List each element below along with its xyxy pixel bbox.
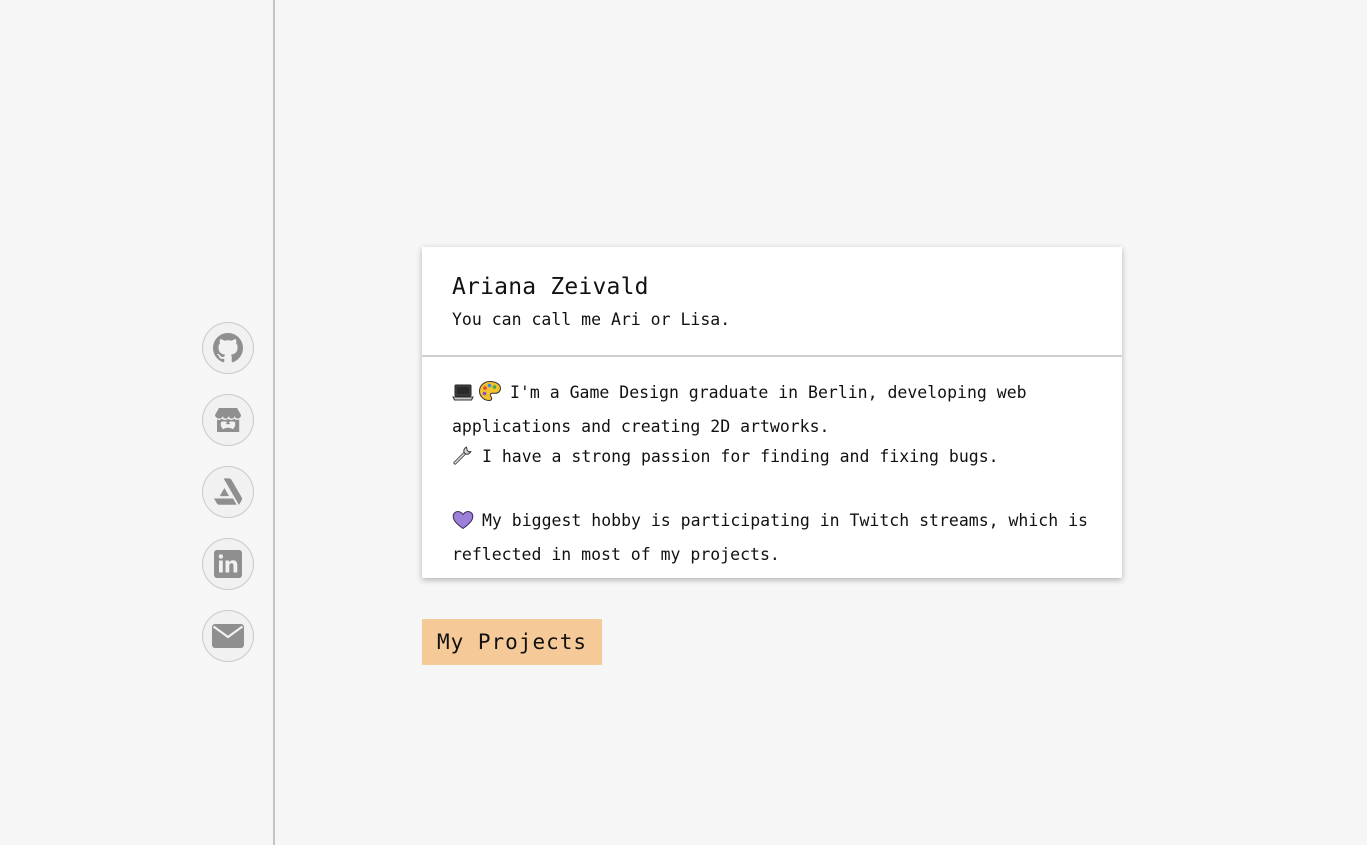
itch-io-icon — [215, 408, 241, 432]
artstation-link[interactable] — [202, 466, 254, 518]
purple-heart-icon — [452, 510, 474, 540]
profile-tagline: You can call me Ari or Lisa. — [452, 310, 731, 329]
itch-io-link[interactable] — [202, 394, 254, 446]
about-line-graduate-text: I'm a Game Design graduate in Berlin, de… — [452, 383, 1027, 436]
email-link[interactable] — [202, 610, 254, 662]
github-icon — [213, 333, 243, 363]
sidebar-divider — [273, 0, 275, 845]
about-spacer — [452, 476, 1092, 506]
about-line-bugs: I have a strong passion for finding and … — [452, 442, 1092, 476]
profile-card: Ariana Zeivald You can call me Ari or Li… — [422, 247, 1122, 578]
my-projects-button[interactable]: My Projects — [422, 619, 602, 665]
about-line-hobby: My biggest hobby is participating in Twi… — [452, 506, 1092, 570]
wrench-icon — [452, 444, 474, 476]
artstation-icon — [214, 478, 242, 505]
about-line-graduate: I'm a Game Design graduate in Berlin, de… — [452, 378, 1092, 442]
social-links — [202, 322, 254, 682]
profile-header: Ariana Zeivald You can call me Ari or Li… — [422, 247, 1122, 357]
about-section: I'm a Game Design graduate in Berlin, de… — [422, 357, 1122, 570]
profile-name: Ariana Zeivald — [452, 274, 649, 300]
linkedin-link[interactable] — [202, 538, 254, 590]
palette-icon — [478, 380, 502, 412]
laptop-icon — [452, 382, 474, 412]
linkedin-icon — [214, 550, 242, 578]
about-line-bugs-text: I have a strong passion for finding and … — [482, 447, 999, 466]
about-line-hobby-text: My biggest hobby is participating in Twi… — [452, 511, 1088, 564]
email-icon — [212, 624, 244, 648]
github-link[interactable] — [202, 322, 254, 374]
